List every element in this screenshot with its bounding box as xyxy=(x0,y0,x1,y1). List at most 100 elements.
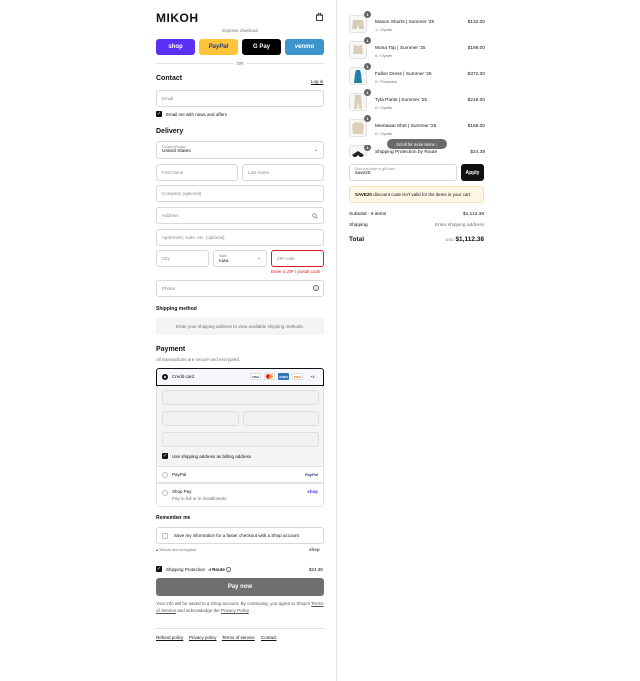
cart-item: 1 Mentawai Shirt | Summer '25 0 / Oyster… xyxy=(349,115,485,139)
total-label: Total xyxy=(349,236,365,243)
amex-icon: AMEX xyxy=(278,373,289,380)
paypal-label: PayPal xyxy=(172,472,187,477)
zip-error-message: Enter a ZIP / postal code xyxy=(271,269,321,274)
subtotal-label: Subtotal · 6 items xyxy=(349,212,387,217)
contact-heading: Contact xyxy=(156,75,183,82)
google-pay-button[interactable]: G Pay xyxy=(242,39,281,55)
save-info-option[interactable]: Save my information for a faster checkou… xyxy=(156,527,324,544)
shop-pay-option[interactable]: Shop Pay Pay in full or in installments … xyxy=(156,483,324,507)
more-card-brands: +4 xyxy=(310,374,315,379)
credit-card-label: Credit card xyxy=(172,374,195,379)
billing-same-checkbox[interactable]: ✓ xyxy=(162,453,168,459)
privacy-policy-link[interactable]: Privacy policy xyxy=(189,635,217,640)
privacy-policy-link[interactable]: Privacy Policy xyxy=(221,608,249,613)
card-details-panel: ✓ Use shipping address as billing addres… xyxy=(156,386,324,466)
item-name: Mentawai Shirt | Summer '25 xyxy=(375,124,437,129)
divider xyxy=(156,628,324,629)
item-price: $198.00 xyxy=(467,46,485,51)
card-number-field[interactable] xyxy=(162,390,319,405)
paypal-radio[interactable] xyxy=(162,472,168,478)
cart-item: 1 Tyla Pants | Summer '25 0 / Oyster $21… xyxy=(349,89,485,113)
item-variant: 0 / Oyster xyxy=(375,52,393,58)
item-price: $372.00 xyxy=(467,72,485,77)
shipping-protection-checkbox[interactable]: ✓ xyxy=(156,566,162,572)
product-image xyxy=(349,41,367,59)
company-field[interactable]: Company (optional) xyxy=(156,185,324,202)
login-link[interactable]: Log in xyxy=(311,79,323,84)
card-expiry-field[interactable] xyxy=(162,411,239,426)
venmo-button[interactable]: venmo xyxy=(285,39,324,55)
refund-policy-link[interactable]: Refund policy xyxy=(156,635,183,640)
arrow-down-icon: ↓ xyxy=(435,141,438,147)
newsletter-checkbox[interactable]: ✓ xyxy=(156,111,162,117)
credit-card-option[interactable]: Credit card VISA AMEX DISC +4 xyxy=(156,368,324,386)
product-image xyxy=(349,93,367,111)
discount-code-field[interactable]: Discount code or gift card save20 xyxy=(349,164,457,181)
item-variant: 0 / Oyster xyxy=(375,104,393,110)
shop-pay-button[interactable]: shop xyxy=(156,39,195,55)
shopping-bag-icon[interactable] xyxy=(316,13,323,21)
cart-item: 1 Mason Shorts | Summer '25 1 / Oyster $… xyxy=(349,11,485,35)
phone-field[interactable]: Phone ? xyxy=(156,280,324,297)
card-name-field[interactable] xyxy=(162,432,319,447)
search-icon xyxy=(312,213,318,219)
quantity-badge: 1 xyxy=(364,89,371,96)
quantity-badge: 1 xyxy=(364,37,371,44)
save-info-checkbox[interactable] xyxy=(162,532,168,539)
zip-field[interactable]: ZIP code xyxy=(271,250,324,267)
newsletter-label: Email me with news and offers xyxy=(166,112,227,117)
item-variant: 0 / Poseidon xyxy=(375,78,398,84)
visa-icon: VISA xyxy=(250,373,261,380)
card-cvc-field[interactable] xyxy=(243,411,319,426)
info-icon[interactable]: i xyxy=(226,567,231,572)
paypal-logo: PayPal xyxy=(304,472,318,477)
quantity-badge: 1 xyxy=(364,11,371,18)
city-field[interactable]: City xyxy=(156,250,209,267)
product-image xyxy=(349,67,367,85)
email-field[interactable]: Email xyxy=(156,90,324,107)
payment-subtitle: All transactions are secure and encrypte… xyxy=(156,357,241,362)
billing-same-label: Use shipping address as billing address xyxy=(172,454,252,459)
item-name: Tyla Pants | Summer '25 xyxy=(375,98,428,103)
paypal-option[interactable]: PayPal PayPal xyxy=(156,466,324,483)
shop-pay-radio[interactable] xyxy=(162,490,168,496)
country-select[interactable]: Country/Region United States ⌄ xyxy=(156,141,324,159)
or-divider-label: OR xyxy=(233,61,247,66)
shipping-protection-price: $24.38 xyxy=(309,567,323,572)
last-name-field[interactable]: Last name xyxy=(242,164,324,181)
item-name: Mona Top | Summer '25 xyxy=(375,46,426,51)
save-info-label: Save my information for a faster checkou… xyxy=(174,533,299,538)
discount-code-value: save20 xyxy=(355,171,371,176)
first-name-field[interactable]: First name xyxy=(156,164,238,181)
terms-of-service-link[interactable]: Terms of service xyxy=(222,635,255,640)
contact-link[interactable]: Contact xyxy=(261,635,277,640)
paypal-button[interactable]: PayPal xyxy=(199,39,238,55)
chevron-down-icon: ⌄ xyxy=(256,255,261,261)
item-price: $168.00 xyxy=(467,124,485,129)
scroll-for-more-hint[interactable]: Scroll for more items ↓ xyxy=(387,139,447,149)
shipping-protection-label: Shipping Protection ⩘ Route i xyxy=(166,567,231,572)
credit-card-radio[interactable] xyxy=(162,374,168,380)
shop-pay-subtitle: Pay in full or in installments xyxy=(172,496,227,501)
item-name: Fallon Dress | Summer '25 xyxy=(375,72,432,77)
shop-pay-label: Shop Pay xyxy=(172,489,192,494)
subtotal-value: $1,112.38 xyxy=(463,212,484,217)
secure-note: 🔒︎ Secure and encrypted xyxy=(156,548,197,552)
shipping-method-heading: Shipping method xyxy=(156,306,197,312)
shipping-method-notice: Enter your shipping address to view avai… xyxy=(156,317,324,335)
quantity-badge: 1 xyxy=(364,145,371,151)
cart-item: 1 Fallon Dress | Summer '25 0 / Poseidon… xyxy=(349,63,485,87)
subtotal-row: Subtotal · 6 items $1,112.38 xyxy=(349,212,484,217)
help-icon[interactable]: ? xyxy=(313,285,319,291)
chevron-down-icon: ⌄ xyxy=(313,147,318,153)
state-select[interactable]: State Iowa ⌄ xyxy=(213,250,267,267)
delivery-heading: Delivery xyxy=(156,128,184,135)
pay-now-button[interactable]: Pay now xyxy=(156,578,324,596)
store-logo[interactable]: MIKOH xyxy=(156,11,199,25)
product-image xyxy=(349,119,367,137)
payment-heading: Payment xyxy=(156,346,186,353)
apply-discount-button[interactable]: Apply xyxy=(461,164,484,181)
address-field[interactable]: Address xyxy=(156,207,324,224)
apartment-field[interactable]: Apartment, suite, etc. (optional) xyxy=(156,229,324,246)
discover-icon: DISC xyxy=(292,373,303,380)
